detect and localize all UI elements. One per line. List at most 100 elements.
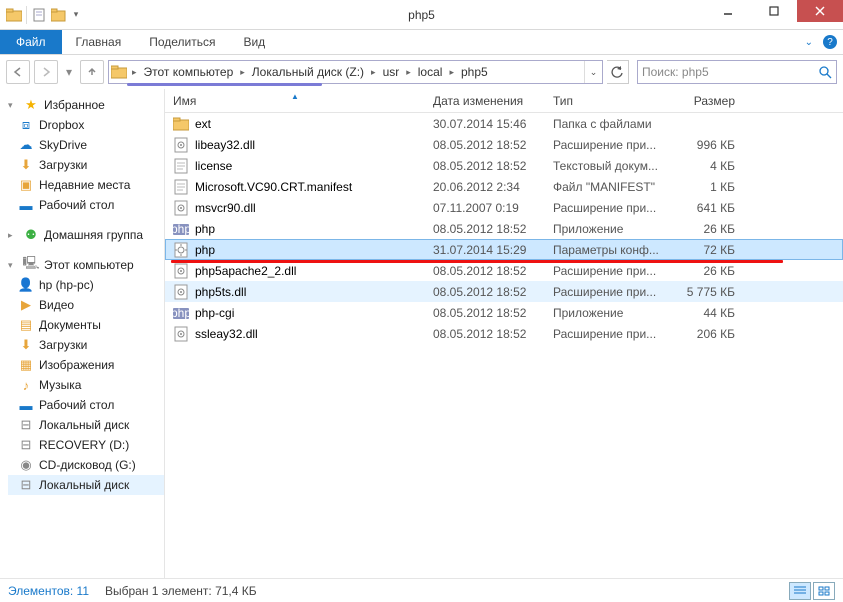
disk-icon: ⊟ [18,477,34,493]
file-row[interactable]: php31.07.2014 15:29Параметры конф...72 К… [165,239,843,260]
file-size: 26 КБ [675,222,745,236]
minimize-button[interactable] [705,0,751,22]
details-view-button[interactable] [789,582,811,600]
sidebar-item-downloads2[interactable]: ⬇Загрузки [8,335,164,355]
column-name[interactable]: Имя▲ [165,94,425,108]
chevron-icon[interactable]: ▸ [237,67,248,78]
breadcrumb[interactable]: Этот компьютер [140,65,238,79]
file-icon: php [173,305,189,321]
up-button[interactable] [80,60,104,84]
file-row[interactable]: libeay32.dll08.05.2012 18:52Расширение п… [165,134,843,155]
file-row[interactable]: msvcr90.dll 07.11.2007 0:19Расширение при… [165,197,843,218]
chevron-icon[interactable]: ▸ [403,67,414,78]
sidebar-item-documents[interactable]: ▤Документы [8,315,164,335]
column-type[interactable]: Тип [545,94,675,108]
chevron-icon[interactable]: ▸ [446,67,457,78]
icons-view-button[interactable] [813,582,835,600]
desktop-icon: ▬ [18,397,34,413]
file-icon [173,326,189,342]
file-date: 08.05.2012 18:52 [425,285,545,299]
tab-home[interactable]: Главная [62,30,136,54]
breadcrumb[interactable]: usr [379,65,404,79]
file-tab[interactable]: Файл [0,30,62,54]
file-type: Параметры конф... [545,243,675,257]
close-button[interactable] [797,0,843,22]
dropbox-icon: ⧈ [18,117,34,133]
chevron-icon[interactable]: ▸ [368,67,379,78]
back-button[interactable] [6,60,30,84]
file-row[interactable]: phpphp-cgi08.05.2012 18:52Приложение44 К… [165,302,843,323]
column-size[interactable]: Размер [675,94,745,108]
sidebar-item-images[interactable]: ▦Изображения [8,355,164,375]
computer-icon: 🖳 [23,257,39,273]
breadcrumb[interactable]: local [414,65,447,79]
address-dropdown-icon[interactable]: ⌄ [584,61,602,83]
svg-text:php: php [173,306,189,320]
titlebar: ▾ php5 [0,0,843,30]
collapse-icon[interactable]: ▾ [8,100,18,111]
file-row[interactable]: ext30.07.2014 15:46Папка с файлами [165,113,843,134]
sidebar-item-user[interactable]: 👤hp (hp-pc) [8,275,164,295]
file-type: Расширение при... [545,201,675,215]
separator [26,6,27,24]
desktop-icon: ▬ [18,197,34,213]
window-title: php5 [408,8,435,22]
sidebar-item-recovery[interactable]: ⊟RECOVERY (D:) [8,435,164,455]
sidebar-item-disk1[interactable]: ⊟Локальный диск [8,415,164,435]
file-row[interactable]: php5ts.dll08.05.2012 18:52Расширение при… [165,281,843,302]
file-row[interactable]: ssleay32.dll08.05.2012 18:52Расширение п… [165,323,843,344]
file-list[interactable]: ext30.07.2014 15:46Папка с файламиlibeay… [165,113,843,578]
column-header: Имя▲ Дата изменения Тип Размер [165,89,843,113]
sidebar-item-downloads[interactable]: ⬇Загрузки [8,155,164,175]
file-row[interactable]: license08.05.2012 18:52Текстовый докум..… [165,155,843,176]
file-name: php-cgi [195,306,234,320]
file-row[interactable]: php5apache2_2.dll08.05.2012 18:52Расшире… [165,260,843,281]
breadcrumb[interactable]: php5 [457,65,492,79]
window-buttons [705,0,843,22]
column-date[interactable]: Дата изменения [425,94,545,108]
file-type: Приложение [545,306,675,320]
search-input[interactable]: Поиск: php5 [637,60,837,84]
expand-icon[interactable]: ▸ [8,230,18,241]
sidebar-item-favorites[interactable]: ▾★Избранное [8,95,164,115]
sidebar-item-cd[interactable]: ◉CD-дисковод (G:) [8,455,164,475]
file-row[interactable]: phpphp08.05.2012 18:52Приложение26 КБ [165,218,843,239]
file-row[interactable]: Microsoft.VC90.CRT.manifest 20.06.2012 2:… [165,176,843,197]
disk-icon: ⊟ [18,417,34,433]
sidebar-item-disk2[interactable]: ⊟Локальный диск [8,475,164,495]
sidebar-item-music[interactable]: ♪Музыка [8,375,164,395]
sidebar-item-homegroup[interactable]: ▸⚉Домашняя группа [8,225,164,245]
sidebar-item-recent[interactable]: ▣Недавние места [8,175,164,195]
sidebar-item-desktop2[interactable]: ▬Рабочий стол [8,395,164,415]
sidebar-item-thispc[interactable]: ▾🖳Этот компьютер [8,255,164,275]
file-date: 31.07.2014 15:29 [425,243,545,257]
sidebar-item-skydrive[interactable]: ☁SkyDrive [8,135,164,155]
sidebar-thispc: ▾🖳Этот компьютер 👤hp (hp-pc) ▶Видео ▤Док… [8,255,164,495]
file-name: msvcr90.dll [195,201,256,215]
maximize-button[interactable] [751,0,797,22]
sidebar-item-video[interactable]: ▶Видео [8,295,164,315]
file-date: 07.11.2007 0:19 [425,201,545,215]
collapse-icon[interactable]: ▾ [8,260,18,271]
annotation-underline [127,83,322,86]
properties-icon[interactable] [29,5,49,25]
expand-ribbon-icon[interactable]: ⌄ [805,37,813,48]
sidebar-item-desktop[interactable]: ▬Рабочий стол [8,195,164,215]
new-folder-icon[interactable] [49,5,69,25]
tab-view[interactable]: Вид [229,30,279,54]
file-date: 20.06.2012 2:34 [425,180,545,194]
forward-button[interactable] [34,60,58,84]
history-dropdown-icon[interactable]: ▾ [62,60,76,84]
breadcrumb[interactable]: Локальный диск (Z:) [248,65,368,79]
help-icon[interactable]: ? [823,35,837,49]
chevron-icon[interactable]: ▸ [129,67,140,78]
refresh-button[interactable] [607,60,629,84]
navbar: ▾ ▸ Этот компьютер ▸ Локальный диск (Z:)… [0,55,843,89]
qat-dropdown-icon[interactable]: ▾ [69,9,83,20]
file-name: license [195,159,232,173]
tab-share[interactable]: Поделиться [135,30,229,54]
file-pane: Имя▲ Дата изменения Тип Размер ext30.07.… [165,89,843,578]
file-name: Microsoft.VC90.CRT.manifest [195,180,352,194]
address-bar[interactable]: ▸ Этот компьютер ▸ Локальный диск (Z:) ▸… [108,60,603,84]
sidebar-item-dropbox[interactable]: ⧈Dropbox [8,115,164,135]
